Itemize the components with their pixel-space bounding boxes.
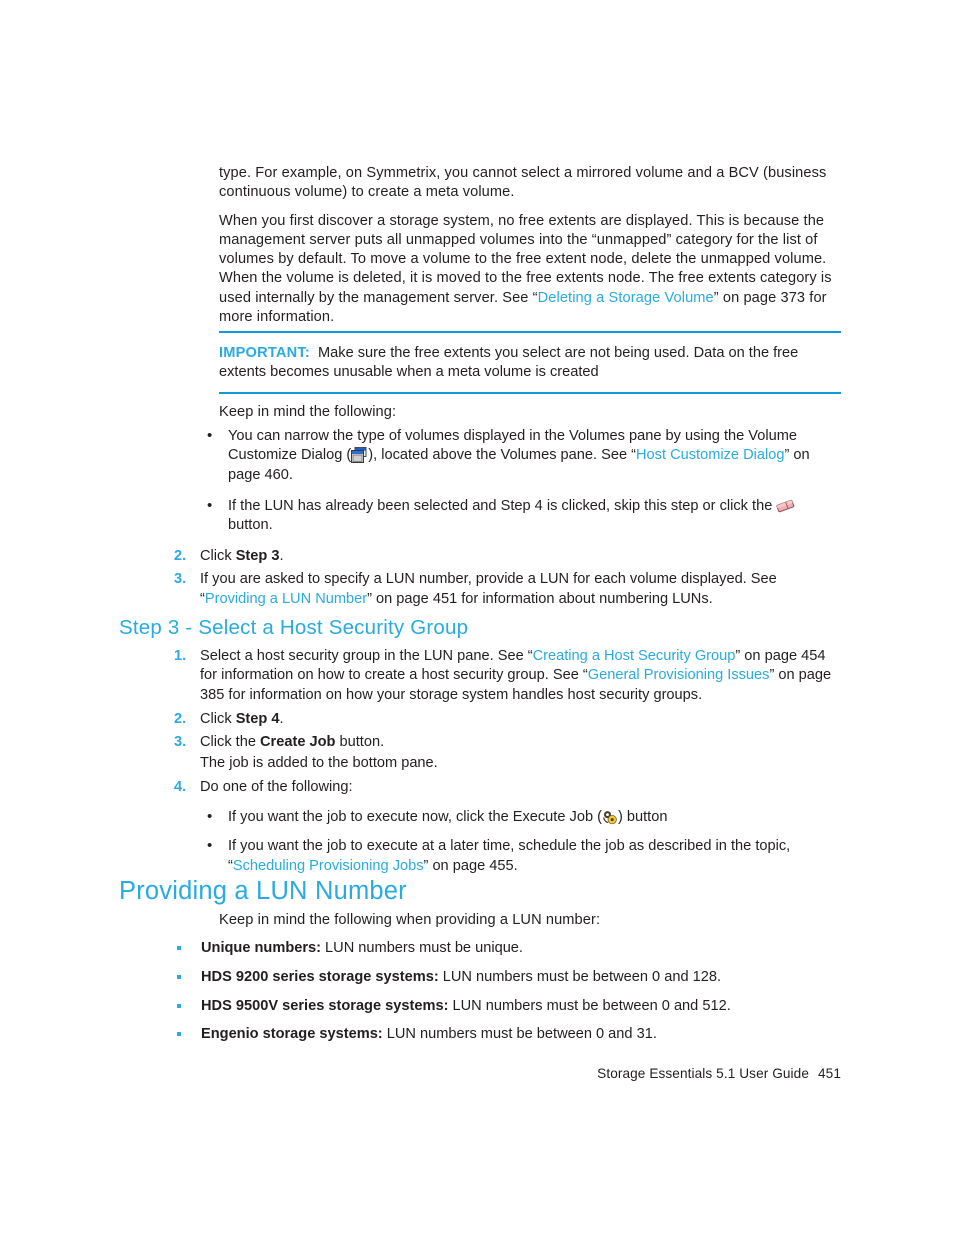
list-number: 2. xyxy=(174,710,187,727)
footer-page-number: 451 xyxy=(818,1066,841,1081)
list-item-content: Click the Create Job button. xyxy=(200,733,842,752)
sub-bullet-1-text-b: ) button xyxy=(617,809,668,825)
step-text-b: ” on page 451 for information about numb… xyxy=(367,590,713,607)
bullet-square-icon xyxy=(177,1032,181,1037)
create-job-button-label: Create Job xyxy=(260,734,336,751)
list-item: HDS 9200 series storage systems: LUN num… xyxy=(174,968,834,987)
step-sub-paragraph: The job is added to the bottom pane. xyxy=(200,755,438,772)
link-general-provisioning-issues[interactable]: General Provisioning Issues xyxy=(588,667,770,683)
list-number: 3. xyxy=(174,734,187,751)
intro-paragraph-2: When you first discover a storage system… xyxy=(219,212,841,328)
link-creating-a-host-security-group[interactable]: Creating a Host Security Group xyxy=(533,648,736,664)
footer-guide-title: Storage Essentials 5.1 User Guide xyxy=(597,1066,810,1081)
lun-rule-term: Unique numbers: xyxy=(201,940,321,956)
list-item-content: Do one of the following: xyxy=(200,778,353,795)
list-item: 1. Select a host security group in the L… xyxy=(174,647,842,705)
bullet-dot-icon: • xyxy=(207,427,213,444)
step-text-a: Click xyxy=(200,710,236,727)
list-item-content: Select a host security group in the LUN … xyxy=(200,647,842,705)
link-providing-a-lun-number[interactable]: Providing a LUN Number xyxy=(205,591,367,607)
lun-section-lead: Keep in mind the following when providin… xyxy=(219,912,601,928)
list-item: 3. If you are asked to specify a LUN num… xyxy=(174,570,842,609)
list-item: • You can narrow the type of volumes dis… xyxy=(204,427,844,485)
page-footer: Storage Essentials 5.1 User Guide 451 xyxy=(0,1066,841,1081)
upper-steps-list: 2. Click Step 3. 3. If you are asked to … xyxy=(174,547,842,613)
intro-paragraph-1: type. For example, on Symmetrix, you can… xyxy=(219,164,841,203)
list-item: • If the LUN has already been selected a… xyxy=(204,497,844,536)
lun-rule-desc: LUN numbers must be between 0 and 31. xyxy=(382,1026,657,1043)
list-number: 3. xyxy=(174,571,187,588)
step-text-b: button. xyxy=(335,734,385,751)
step-text-b: . xyxy=(279,710,284,727)
list-number: 1. xyxy=(174,648,187,664)
eraser-icon xyxy=(776,498,795,515)
list-item: 4. Do one of the following: xyxy=(174,778,842,797)
list-item: Engenio storage systems: LUN numbers mus… xyxy=(174,1025,834,1044)
bullet-dot-icon: • xyxy=(207,496,213,514)
step-bold-label: Step 4 xyxy=(235,710,280,727)
sub-bullet-1-text-a: If you want the job to execute now, clic… xyxy=(228,809,602,825)
step-text-a: Select a host security group in the LUN … xyxy=(200,648,533,664)
list-item: 2. Click Step 4. xyxy=(174,710,842,729)
list-item-content: Click Step 4. xyxy=(200,710,842,729)
link-host-customize-dialog[interactable]: Host Customize Dialog xyxy=(636,447,784,463)
list-item-content: If you are asked to specify a LUN number… xyxy=(200,570,842,609)
list-item: HDS 9500V series storage systems: LUN nu… xyxy=(174,997,834,1016)
lun-rule-desc: LUN numbers must be unique. xyxy=(321,940,523,956)
bullet-2-text-a: If the LUN has already been selected and… xyxy=(228,497,777,514)
step-text-b: . xyxy=(279,548,284,564)
document-page: type. For example, on Symmetrix, you can… xyxy=(0,0,954,1235)
link-scheduling-provisioning-jobs[interactable]: Scheduling Provisioning Jobs xyxy=(233,858,424,874)
lun-rule-term: Engenio storage systems: xyxy=(201,1026,383,1043)
bullet-square-icon xyxy=(177,974,181,979)
keep-in-mind-lead: Keep in mind the following: xyxy=(219,404,397,420)
step-text-a: Click the xyxy=(200,734,261,751)
lun-rules-list: Unique numbers: LUN numbers must be uniq… xyxy=(174,939,834,1045)
list-number: 2. xyxy=(174,548,187,564)
list-item: • If you want the job to execute now, cl… xyxy=(204,808,844,827)
lun-rule-desc: LUN numbers must be between 0 and 128. xyxy=(438,968,722,985)
list-item: 3. Click the Create Job button. The job … xyxy=(174,733,842,774)
bullet-dot-icon: • xyxy=(207,837,213,855)
lun-rule-desc: LUN numbers must be between 0 and 512. xyxy=(448,997,731,1014)
intro-paragraph-1-text: type. For example, on Symmetrix, you can… xyxy=(219,165,827,201)
bullet-dot-icon: • xyxy=(207,808,213,825)
sub-bullet-2-text-b: ” on page 455. xyxy=(423,857,518,874)
bullet-square-icon xyxy=(177,946,181,950)
bullet-2-text-b: button. xyxy=(228,517,273,534)
heading-providing-a-lun-number: Providing a LUN Number xyxy=(119,877,407,905)
list-item-content: Click Step 3. xyxy=(200,547,842,566)
lun-rule-term: HDS 9500V series storage systems: xyxy=(201,997,449,1014)
important-label: IMPORTANT: xyxy=(219,345,310,361)
customize-dialog-icon xyxy=(351,447,368,464)
important-note-box: IMPORTANT: Make sure the free extents yo… xyxy=(219,331,841,394)
list-item: • If you want the job to execute at a la… xyxy=(204,837,844,876)
step-text-a: Click xyxy=(200,548,236,564)
bullet-1-text-b: ), located above the Volumes pane. See “ xyxy=(368,447,637,464)
lun-lead-wrap: Keep in mind the following when providin… xyxy=(219,911,841,938)
step3-items-list: 1. Select a host security group in the L… xyxy=(174,647,842,801)
keep-in-mind-bullets: • You can narrow the type of volumes dis… xyxy=(204,427,844,535)
list-item: 2. Click Step 3. xyxy=(174,547,842,566)
list-number: 4. xyxy=(174,778,187,795)
intro-block: type. For example, on Symmetrix, you can… xyxy=(219,164,841,335)
link-deleting-a-storage-volume[interactable]: Deleting a Storage Volume xyxy=(538,290,714,306)
bullet-square-icon xyxy=(177,1003,181,1008)
step-bold-label: Step 3 xyxy=(235,548,280,564)
heading-step-3-select-host-security-group: Step 3 - Select a Host Security Group xyxy=(119,616,469,639)
step3-sub-bullets: • If you want the job to execute now, cl… xyxy=(204,808,844,876)
gears-icon xyxy=(602,810,618,825)
list-item: Unique numbers: LUN numbers must be uniq… xyxy=(174,939,834,958)
lun-rule-term: HDS 9200 series storage systems: xyxy=(201,968,439,985)
